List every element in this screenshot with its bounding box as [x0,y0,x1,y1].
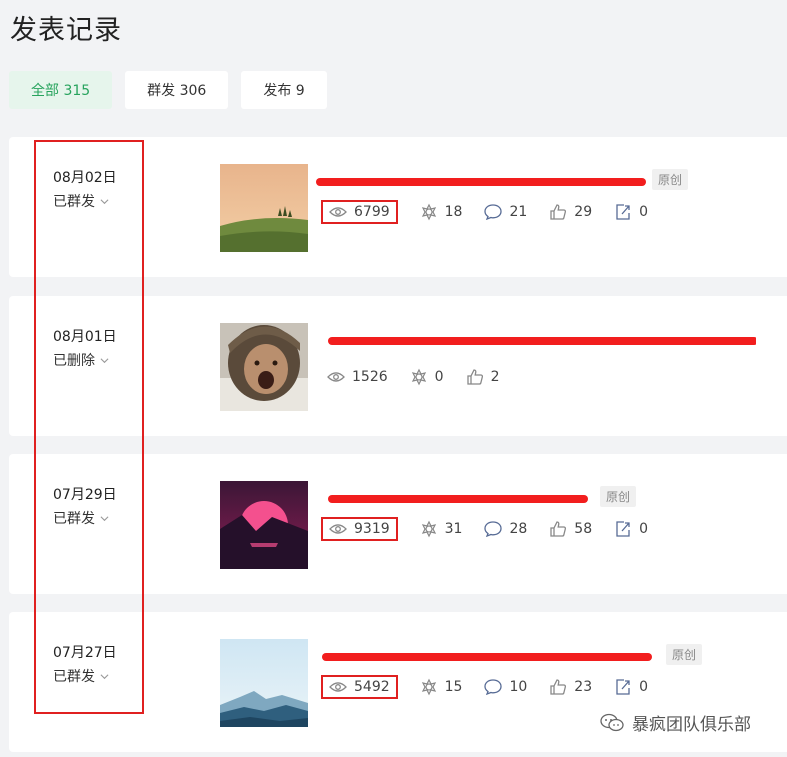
chevron-down-icon [100,357,109,363]
tab-mass-send[interactable]: 群发 306 [125,71,229,109]
stats-row: 9319 31 28 58 0 [321,514,670,544]
status-label: 已群发 [53,194,95,210]
watermark: 暴疯团队俱乐部 [600,710,751,735]
record-status[interactable]: 已群发 [53,666,109,686]
like-stat: 2 [466,368,499,386]
thumbs-up-icon [466,369,483,385]
stats-row: 6799 18 21 29 0 [321,197,670,227]
chevron-down-icon [100,515,109,521]
article-thumbnail[interactable] [220,323,308,411]
thumbs-up-icon [550,679,567,695]
record-status[interactable]: 已群发 [53,191,109,211]
redaction-mark [328,336,756,345]
redaction-mark [316,177,646,186]
article-title [316,644,662,664]
record-date: 08月02日 [53,170,117,186]
comment-stat: 28 [484,521,527,537]
status-label: 已群发 [53,511,95,527]
forward-stat: 0 [614,520,648,538]
status-label: 已删除 [53,353,95,369]
article-thumbnail[interactable] [220,481,308,569]
like-stat: 58 [549,520,592,538]
share-stat: 15 [420,678,462,696]
comment-icon [484,521,503,537]
like-stat: 29 [549,203,592,221]
forward-stat: 0 [614,203,648,221]
article-thumbnail[interactable] [220,639,308,727]
record-card: 08月01日 已删除 1526 0 2 [9,296,787,436]
forward-icon [616,679,630,695]
share-flower-icon [421,520,436,538]
views-stat: 1526 [327,369,388,385]
record-status[interactable]: 已群发 [53,508,109,528]
tab-publish[interactable]: 发布 9 [241,71,327,109]
share-flower-icon [421,203,436,221]
chevron-down-icon [100,673,109,679]
article-title-row[interactable] [316,326,756,350]
share-flower-icon [421,678,436,696]
record-date: 07月27日 [53,645,117,661]
chevron-down-icon [100,198,109,204]
redaction-mark [328,494,588,503]
article-thumbnail[interactable] [220,164,308,252]
status-label: 已群发 [53,669,95,685]
views-stat: 6799 [321,200,398,224]
share-stat: 0 [410,368,444,386]
stats-row: 1526 0 2 [327,362,521,392]
article-title [316,169,648,189]
record-card: 08月02日 已群发 原创 6799 18 21 29 0 [9,137,787,277]
thumbs-up-icon [550,521,567,537]
share-stat: 31 [420,520,462,538]
record-date: 07月29日 [53,487,117,503]
eye-icon [327,372,345,382]
forward-icon [616,521,630,537]
article-title-row[interactable]: 原创 [316,484,637,508]
tab-all[interactable]: 全部 315 [9,71,113,109]
page-title: 发表记录 [10,15,122,46]
comment-stat: 10 [484,679,527,695]
eye-icon [329,207,347,217]
record-date: 08月01日 [53,329,117,345]
views-stat: 9319 [321,517,398,541]
record-status[interactable]: 已删除 [53,350,109,370]
original-badge: 原创 [652,168,689,190]
like-stat: 23 [549,678,592,696]
eye-icon [329,682,347,692]
comment-stat: 21 [484,204,527,220]
comment-icon [484,679,503,695]
article-title [316,328,756,348]
share-stat: 18 [420,203,462,221]
wechat-icon [600,713,624,731]
share-flower-icon [411,368,426,386]
article-title-row[interactable]: 原创 [316,642,703,666]
original-badge: 原创 [600,485,637,507]
record-card: 07月29日 已群发 原创 9319 31 28 58 0 [9,454,787,594]
filter-tabs: 全部 315 群发 306 发布 9 [9,71,327,109]
article-title-row[interactable]: 原创 [316,167,689,191]
eye-icon [329,524,347,534]
views-stat: 5492 [321,675,398,699]
article-title [316,486,596,506]
thumbs-up-icon [550,204,567,220]
forward-stat: 0 [614,678,648,696]
original-badge: 原创 [666,643,703,665]
comment-icon [484,204,503,220]
stats-row: 5492 15 10 23 0 [321,672,670,702]
forward-icon [616,204,630,220]
redaction-mark [322,652,652,661]
